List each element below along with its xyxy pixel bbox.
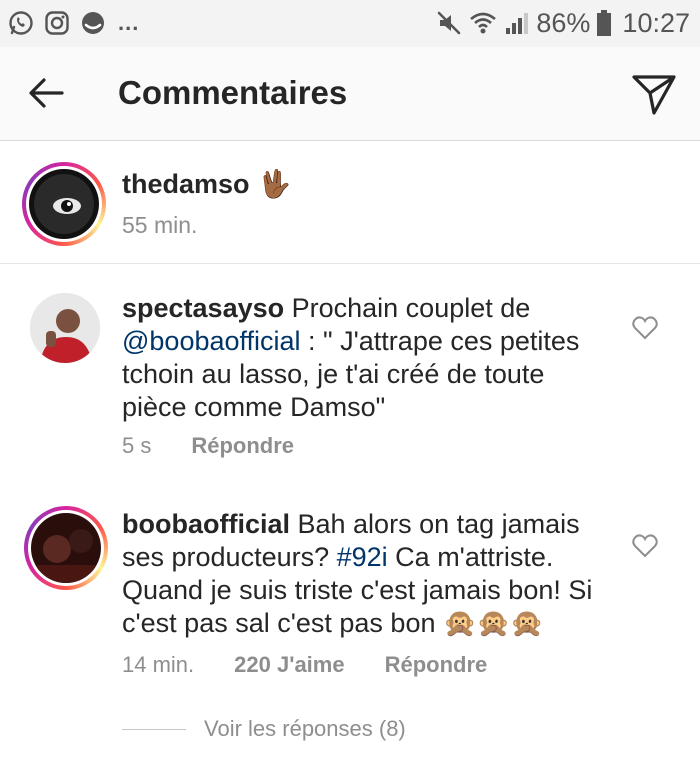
boobaofficial-avatar-image bbox=[31, 513, 101, 583]
signal-icon bbox=[506, 13, 529, 34]
heart-icon[interactable] bbox=[632, 316, 658, 340]
comment-time: 5 s bbox=[122, 433, 152, 458]
whatsapp-icon bbox=[9, 11, 33, 35]
more-notifications: ... bbox=[118, 10, 140, 35]
comment-meta: 5 s Répondre bbox=[122, 433, 294, 459]
instagram-icon bbox=[45, 11, 69, 35]
comment-username[interactable]: spectasayso bbox=[122, 293, 284, 323]
hashtag-link[interactable]: #92i bbox=[337, 542, 388, 572]
thedamso-avatar-image bbox=[29, 169, 99, 239]
post-caption: thedamso 🖖🏾 55 min. bbox=[0, 142, 700, 264]
reply-button[interactable]: Répondre bbox=[191, 433, 294, 459]
spectasayso-avatar-image bbox=[30, 293, 100, 363]
status-bar-left: ... bbox=[8, 8, 139, 38]
comment-username[interactable]: boobaofficial bbox=[122, 509, 290, 539]
comment-meta: 14 min. 220 J'aime Répondre bbox=[122, 652, 487, 678]
view-replies-button[interactable]: Voir les réponses (8) bbox=[122, 716, 406, 742]
caption-username-text[interactable]: thedamso bbox=[122, 169, 250, 200]
avatar[interactable] bbox=[24, 506, 108, 590]
back-arrow-icon[interactable] bbox=[28, 77, 64, 109]
avatar[interactable] bbox=[22, 162, 106, 246]
caption-username[interactable]: thedamso 🖖🏾 bbox=[122, 168, 291, 200]
heart-icon[interactable] bbox=[632, 534, 658, 558]
battery-percent: 86% bbox=[536, 7, 591, 38]
comment-time: 14 min. bbox=[122, 652, 195, 677]
comment-spectasayso: spectasayso Prochain couplet de @boobaof… bbox=[0, 264, 700, 484]
page-title: Commentaires bbox=[118, 74, 348, 111]
clock: 10:27 bbox=[622, 7, 690, 38]
caption-time: 55 min. bbox=[122, 212, 198, 238]
header: Commentaires bbox=[0, 47, 700, 141]
messenger-icon bbox=[82, 12, 104, 34]
likes-count[interactable]: 220 J'aime bbox=[234, 652, 344, 678]
battery-icon bbox=[597, 10, 612, 36]
avatar[interactable] bbox=[30, 293, 100, 363]
mention-link[interactable]: @boobaofficial bbox=[122, 326, 301, 356]
view-replies-label[interactable]: Voir les réponses (8) bbox=[204, 716, 406, 742]
comment-body-start: Prochain couplet de bbox=[284, 293, 531, 323]
comment-text: boobaofficial Bah alors on tag jamais se… bbox=[122, 508, 612, 640]
divider-line bbox=[122, 728, 186, 730]
vulcan-salute-emoji: 🖖🏾 bbox=[257, 169, 292, 199]
send-direct-icon[interactable] bbox=[630, 69, 678, 117]
wifi-icon bbox=[470, 12, 497, 34]
comment-boobaofficial: boobaofficial Bah alors on tag jamais se… bbox=[0, 484, 700, 709]
comment-text: spectasayso Prochain couplet de @boobaof… bbox=[122, 292, 612, 424]
mute-icon bbox=[438, 11, 461, 35]
status-bar: ... 86% 10:27 bbox=[0, 0, 700, 47]
speak-no-evil-monkey-emojis: 🙊🙊🙊 bbox=[442, 608, 544, 638]
reply-button[interactable]: Répondre bbox=[385, 652, 488, 678]
status-bar-right: 86% 10:27 bbox=[436, 6, 690, 40]
